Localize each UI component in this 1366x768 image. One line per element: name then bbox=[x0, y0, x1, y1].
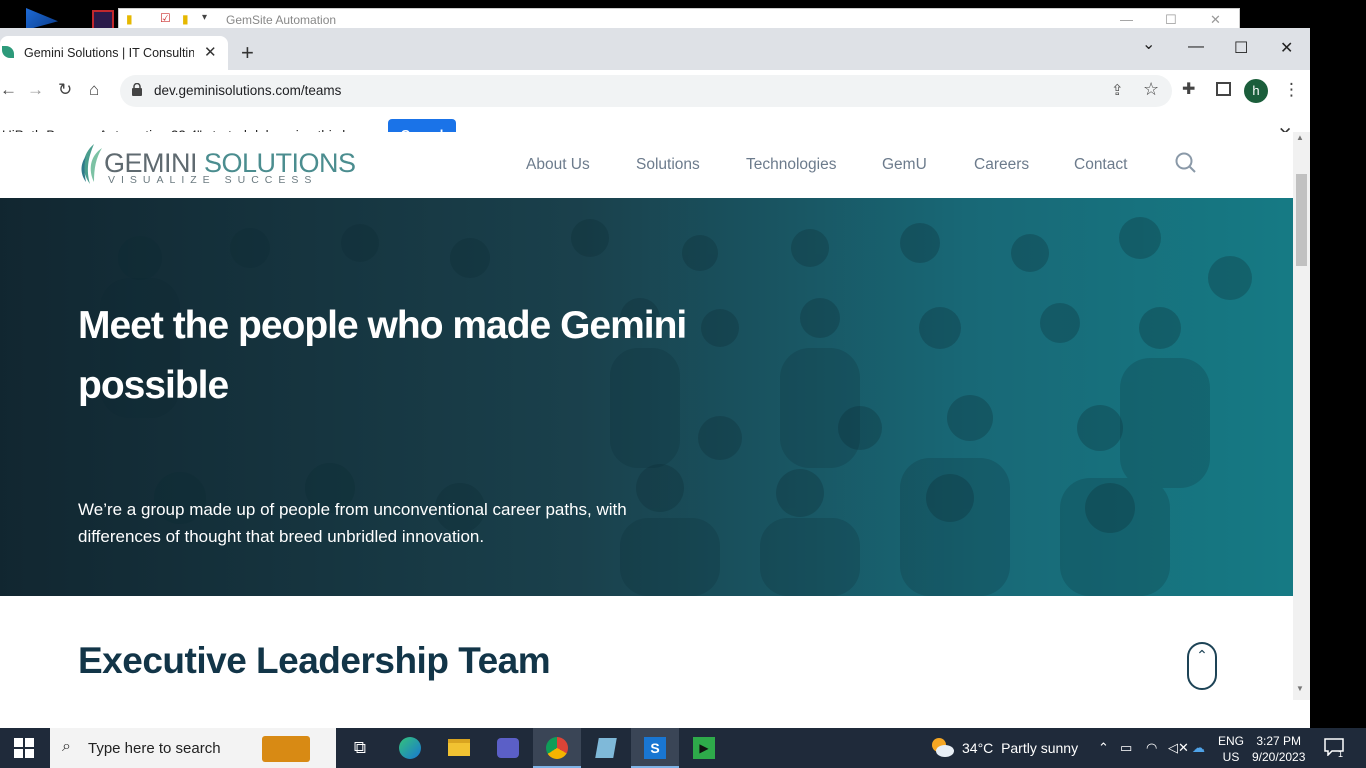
url-text[interactable]: dev.geminisolutions.com/teams bbox=[154, 83, 341, 98]
reload-icon[interactable]: ↻ bbox=[58, 80, 72, 100]
onedrive-cloud-icon[interactable]: ☁ bbox=[1192, 740, 1205, 756]
tab-title: Gemini Solutions | IT Consulting bbox=[24, 46, 194, 60]
hero-title: Meet the people who made Gemini possible bbox=[78, 304, 687, 407]
scroll-to-top-button[interactable]: ⌃ bbox=[1187, 642, 1217, 690]
weather-temp: 34°C bbox=[962, 740, 994, 756]
tab-close-icon[interactable]: ✕ bbox=[204, 43, 217, 61]
briefcase-icon[interactable] bbox=[262, 736, 310, 762]
site-header: GEMINI SOLUTIONS VISUALIZE SUCCESS About… bbox=[0, 132, 1293, 198]
browser-toolbar: ← → ↻ ⌂ dev.geminisolutions.com/teams ⇪ … bbox=[0, 70, 1310, 112]
home-icon[interactable]: ⌂ bbox=[89, 80, 99, 100]
system-clock[interactable]: 3:27 PM 9/20/2023 bbox=[1252, 733, 1305, 765]
edge-browser-icon[interactable] bbox=[386, 728, 434, 768]
search-icon[interactable] bbox=[1175, 152, 1197, 174]
share-icon[interactable]: ⇪ bbox=[1111, 81, 1124, 99]
profile-avatar[interactable]: h bbox=[1244, 79, 1268, 103]
tab-strip: Gemini Solutions | IT Consulting ✕ + ⌄ —… bbox=[0, 28, 1310, 70]
nav-about-us[interactable]: About Us bbox=[526, 156, 590, 174]
file-explorer-icon[interactable] bbox=[435, 728, 483, 768]
scroll-up-arrow-icon[interactable]: ▲ bbox=[1296, 133, 1304, 142]
lang-region: US bbox=[1222, 750, 1240, 764]
folder-icon: ▮ bbox=[182, 12, 189, 26]
teams-icon[interactable] bbox=[484, 728, 532, 768]
folder-icon: ▮ bbox=[126, 12, 133, 26]
hero-subtitle: We’re a group made up of people from unc… bbox=[78, 500, 627, 546]
extensions-puzzle-icon[interactable]: ✚ bbox=[1182, 79, 1195, 99]
nav-gemu[interactable]: GemU bbox=[882, 156, 927, 174]
taskbar-search-placeholder[interactable]: Type here to search bbox=[88, 740, 221, 757]
lang-code: ENG bbox=[1218, 734, 1245, 748]
bookmark-star-icon[interactable]: ☆ bbox=[1143, 79, 1159, 100]
side-panel-icon[interactable] bbox=[1216, 82, 1231, 96]
back-icon[interactable]: ← bbox=[0, 80, 17, 100]
minimize-icon[interactable]: — bbox=[1188, 38, 1204, 56]
windows-start-icon[interactable] bbox=[14, 738, 34, 758]
background-window-title: GemSite Automation bbox=[226, 13, 337, 27]
tab-search-chevron-icon[interactable]: ⌄ bbox=[1142, 34, 1155, 54]
lock-icon[interactable] bbox=[132, 83, 142, 96]
battery-icon[interactable]: ▭ bbox=[1120, 740, 1132, 756]
show-hidden-icons-chevron-icon[interactable]: ⌃ bbox=[1098, 740, 1109, 756]
more-menu-icon[interactable]: ⋮ bbox=[1283, 80, 1300, 100]
wifi-icon[interactable]: ◠ bbox=[1146, 740, 1157, 756]
uipath-assistant-icon[interactable]: ▶ bbox=[680, 728, 728, 768]
checklist-icon: ☑ bbox=[160, 11, 171, 25]
weather-text[interactable]: 34°C Partly sunny bbox=[962, 740, 1078, 756]
nav-careers[interactable]: Careers bbox=[974, 156, 1029, 174]
new-tab-icon[interactable]: + bbox=[241, 40, 254, 66]
input-language[interactable]: ENG US bbox=[1218, 733, 1244, 765]
close-icon[interactable]: ✕ bbox=[1210, 12, 1221, 28]
section-title: Executive Leadership Team bbox=[78, 640, 551, 681]
chrome-icon[interactable] bbox=[533, 728, 581, 768]
hero-banner: Meet the people who made Gemini possible… bbox=[0, 198, 1293, 596]
uipath-studio-icon[interactable]: S bbox=[631, 728, 679, 768]
close-icon[interactable]: ✕ bbox=[1280, 38, 1293, 58]
maximize-icon[interactable]: ☐ bbox=[1234, 38, 1248, 58]
notification-count: 1 bbox=[1338, 749, 1344, 759]
nav-technologies[interactable]: Technologies bbox=[746, 156, 836, 174]
dropdown-icon[interactable]: ▾ bbox=[202, 12, 207, 23]
windows-taskbar: ⌕ Type here to search ⧉ S ▶ 34°C Partly … bbox=[0, 728, 1366, 768]
scroll-down-arrow-icon[interactable]: ▼ bbox=[1296, 684, 1304, 693]
nav-solutions[interactable]: Solutions bbox=[636, 156, 700, 174]
studio-app-icon[interactable] bbox=[92, 10, 114, 30]
weather-partly-sunny-icon[interactable] bbox=[930, 736, 954, 758]
minimize-icon[interactable]: — bbox=[1120, 12, 1133, 27]
volume-muted-icon[interactable]: ◁✕ bbox=[1168, 740, 1189, 756]
scrollbar-thumb[interactable] bbox=[1296, 174, 1307, 266]
clock-time: 3:27 PM bbox=[1256, 734, 1302, 748]
logo-tagline: VISUALIZE SUCCESS bbox=[108, 174, 318, 186]
page-viewport: GEMINI SOLUTIONS VISUALIZE SUCCESS About… bbox=[0, 132, 1293, 700]
weather-desc: Partly sunny bbox=[1001, 740, 1079, 756]
notepad-icon[interactable] bbox=[582, 728, 630, 768]
nav-contact[interactable]: Contact bbox=[1074, 156, 1127, 174]
forward-icon[interactable]: → bbox=[27, 80, 44, 100]
search-icon: ⌕ bbox=[62, 738, 71, 755]
task-view-icon[interactable]: ⧉ bbox=[336, 728, 384, 768]
maximize-icon[interactable]: ☐ bbox=[1165, 12, 1177, 28]
clock-date: 9/20/2023 bbox=[1252, 750, 1306, 764]
